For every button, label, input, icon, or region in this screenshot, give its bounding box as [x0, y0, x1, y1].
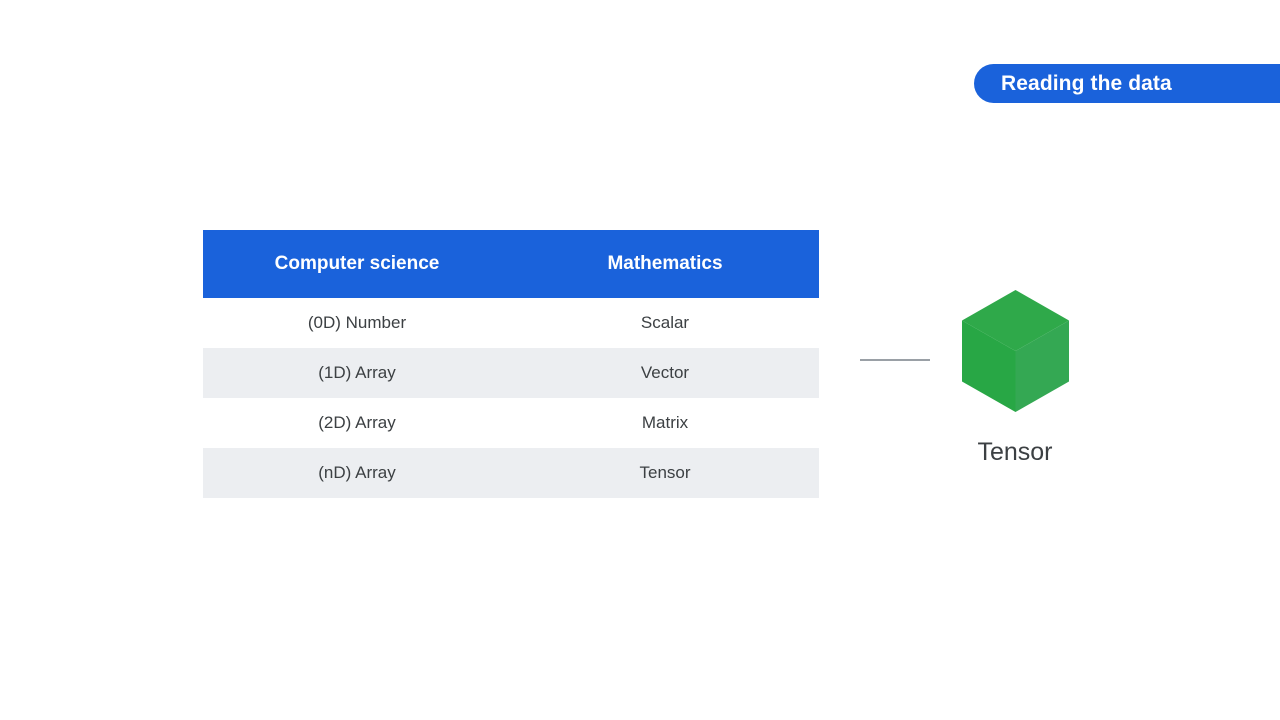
table-body: (0D) Number Scalar (1D) Array Vector (2D…: [203, 298, 819, 498]
cell-math-scalar: Scalar: [640, 313, 690, 332]
cell-cs-0d-number: (0D) Number: [307, 313, 407, 332]
slide-canvas: Reading the data Computer science Mathem…: [0, 0, 1280, 720]
cell-cs-2d-array: (2D) Array: [318, 413, 396, 432]
column-header-computer-science: Computer science: [274, 253, 440, 274]
table-header: Computer science Mathematics: [203, 230, 819, 298]
connector-line: [860, 359, 930, 361]
section-title-text: Reading the data: [1001, 71, 1172, 95]
table-row: (1D) Array Vector: [203, 348, 819, 398]
tensor-caption: Tensor: [977, 438, 1053, 466]
cell-math-vector: Vector: [640, 363, 690, 382]
column-header-mathematics: Mathematics: [607, 253, 723, 274]
terminology-table: Computer science Mathematics (0D) Number…: [203, 230, 819, 498]
comparison-table: Computer science Mathematics (0D) Number…: [203, 230, 819, 498]
cell-cs-nd-array: (nD) Array: [318, 463, 396, 482]
section-title-banner: Reading the data: [974, 64, 1280, 103]
tensor-illustration: Tensor: [940, 288, 1090, 465]
cell-cs-1d-array: (1D) Array: [318, 363, 396, 382]
cell-math-tensor: Tensor: [639, 463, 691, 482]
table-row: (nD) Array Tensor: [203, 448, 819, 498]
table-header-row: Computer science Mathematics: [203, 230, 819, 298]
green-cube-icon: [961, 290, 1069, 412]
table-row: (2D) Array Matrix: [203, 398, 819, 448]
table-row: (0D) Number Scalar: [203, 298, 819, 348]
cell-math-matrix: Matrix: [641, 413, 689, 432]
